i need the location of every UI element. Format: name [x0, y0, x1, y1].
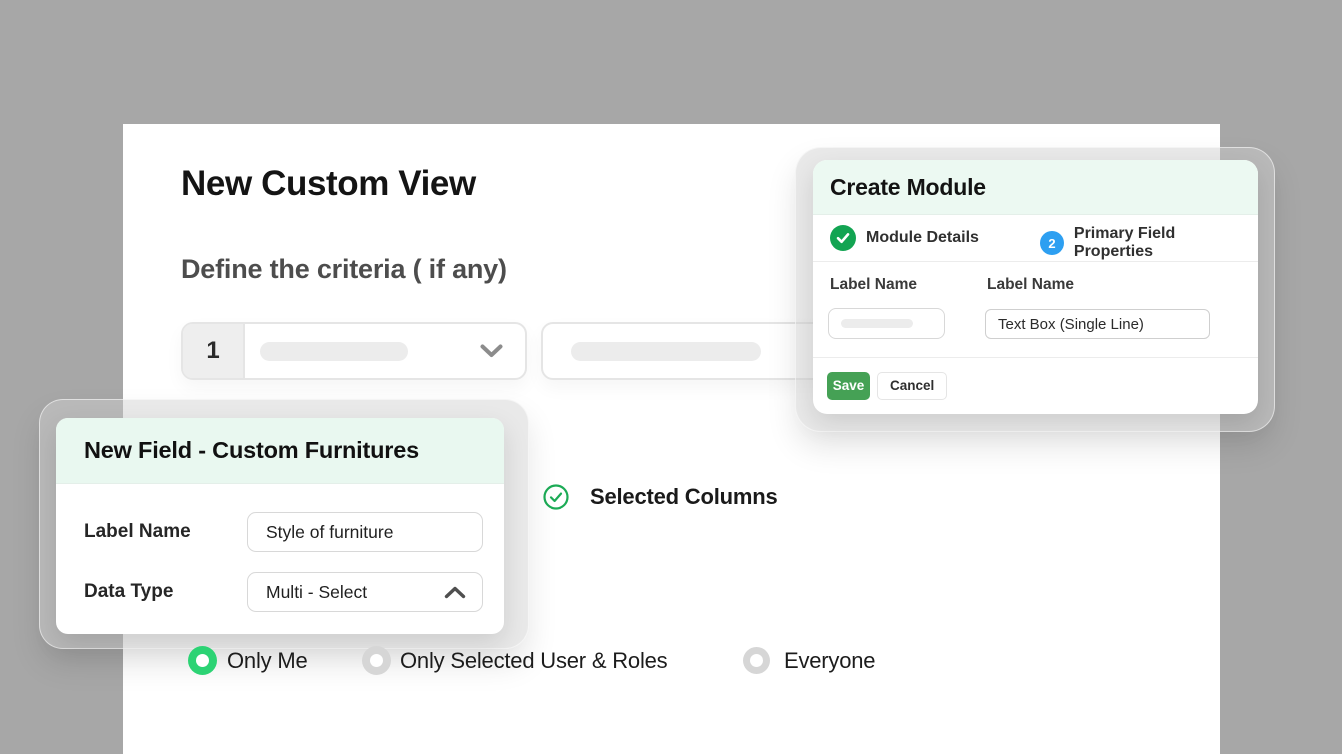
field-label: Data Type: [84, 581, 173, 603]
field-type-value: Text Box (Single Line): [986, 316, 1144, 333]
create-module-fields: Label Name Label Name Text Box (Single L…: [813, 262, 1258, 358]
label-name-input[interactable]: [828, 308, 945, 339]
create-module-steps: Module Details 2 Primary Field Propertie…: [813, 215, 1258, 262]
radio-dot: [370, 654, 383, 667]
new-field-header: New Field - Custom Furnitures: [56, 418, 504, 484]
dialog-title: New Field - Custom Furnitures: [84, 437, 419, 464]
step-number-badge: 2: [1040, 231, 1064, 255]
radio-everyone[interactable]: [743, 647, 770, 674]
step-label: Module Details: [866, 229, 979, 247]
step-complete-icon: [830, 225, 856, 251]
radio-only-selected-user-roles[interactable]: [362, 646, 391, 675]
criteria-row-number: 1: [183, 324, 245, 378]
create-module-dialog: Create Module Module Details 2 Primary F…: [813, 160, 1258, 414]
radio-everyone-label[interactable]: Everyone: [784, 648, 875, 674]
cancel-button[interactable]: Cancel: [877, 372, 947, 400]
radio-dot: [196, 654, 209, 667]
step-label: Primary Field Properties: [1074, 225, 1258, 261]
criteria-heading: Define the criteria ( if any): [181, 254, 507, 285]
field-label: Label Name: [84, 521, 191, 543]
create-module-footer: Save Cancel: [813, 358, 1258, 413]
radio-dot: [750, 654, 763, 667]
label-name-value: Style of furniture: [248, 522, 393, 543]
step-module-details[interactable]: Module Details: [830, 225, 979, 251]
selected-columns-label: Selected Columns: [590, 484, 778, 510]
label-name-input[interactable]: Style of furniture: [247, 512, 483, 552]
chevron-down-icon: [480, 344, 503, 358]
field-label: Label Name: [830, 276, 917, 294]
page-title: New Custom View: [181, 164, 476, 204]
radio-only-me-label[interactable]: Only Me: [227, 648, 308, 674]
field-label: Label Name: [987, 276, 1074, 294]
step-primary-field-properties[interactable]: 2 Primary Field Properties: [1040, 225, 1258, 261]
create-module-header: Create Module: [813, 160, 1258, 215]
placeholder-pill: [260, 342, 408, 361]
new-field-dialog: New Field - Custom Furnitures Label Name…: [56, 418, 504, 634]
criteria-row-1-field-dropdown[interactable]: 1: [181, 322, 527, 380]
radio-only-me[interactable]: [188, 646, 217, 675]
chevron-up-icon: [444, 586, 466, 599]
data-type-select[interactable]: Multi - Select: [247, 572, 483, 612]
data-type-value: Multi - Select: [248, 582, 367, 603]
dialog-title: Create Module: [830, 174, 986, 201]
save-button[interactable]: Save: [827, 372, 870, 400]
placeholder-pill: [841, 319, 913, 328]
placeholder-pill: [571, 342, 761, 361]
selected-columns-section: Selected Columns: [543, 484, 778, 510]
check-circle-icon: [543, 484, 569, 510]
radio-only-selected-user-roles-label[interactable]: Only Selected User & Roles: [400, 648, 667, 674]
field-type-input[interactable]: Text Box (Single Line): [985, 309, 1210, 339]
